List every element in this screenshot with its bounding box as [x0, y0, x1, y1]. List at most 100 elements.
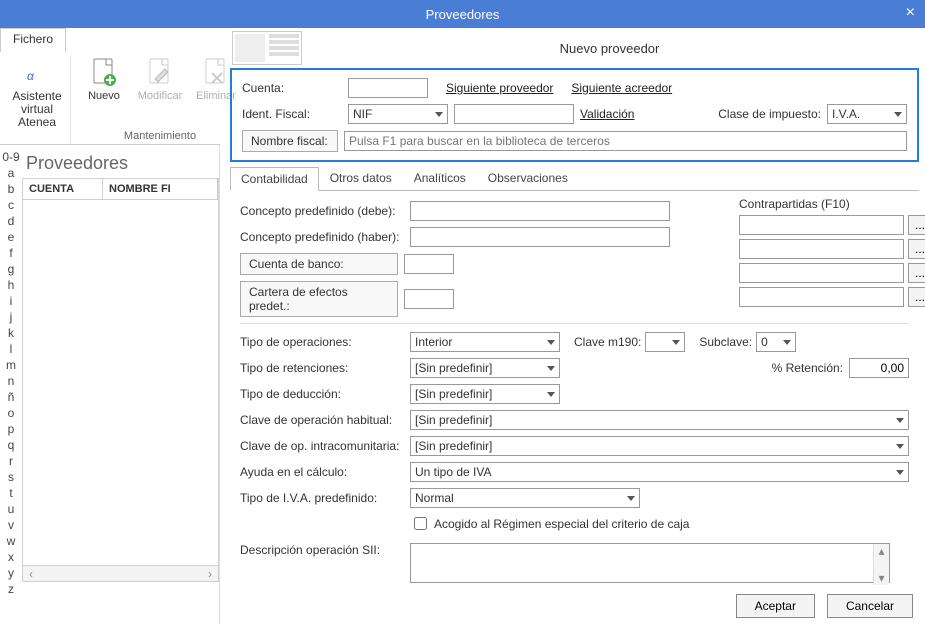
tipo-deduccion-label: Tipo de deducción: [240, 387, 410, 401]
cuenta-input[interactable] [348, 78, 428, 98]
concepto-debe-input[interactable] [410, 201, 670, 221]
alpha-l[interactable]: l [10, 341, 13, 357]
scroll-left-icon[interactable]: ‹ [23, 567, 39, 581]
tipo-operaciones-label: Tipo de operaciones: [240, 335, 410, 349]
alpha-x[interactable]: x [8, 549, 14, 565]
window-titlebar: Proveedores × [0, 0, 925, 28]
contrapartida-browse-button[interactable]: ... [908, 263, 925, 283]
ribbon-group-mantenimiento: Mantenimiento [124, 130, 196, 144]
textarea-scrollbar[interactable]: ▴▾ [873, 544, 889, 585]
nombre-fiscal-button[interactable]: Nombre fiscal: [242, 130, 338, 152]
tab-observaciones[interactable]: Observaciones [477, 166, 579, 190]
tipo-retenciones-select[interactable]: [Sin predefinir] [410, 358, 560, 378]
alpha-index[interactable]: 0-9abcdefghijklmnñopqrstuvwxyz [0, 145, 22, 624]
nombre-fiscal-input[interactable] [344, 131, 907, 151]
acogido-regimen-label: Acogido al Régimen especial del criterio… [434, 517, 689, 531]
view-mode-icon[interactable] [232, 31, 302, 65]
chevron-down-icon [547, 392, 555, 397]
tipo-iva-predef-select[interactable]: Normal [410, 488, 640, 508]
contrapartida-browse-button[interactable]: ... [908, 215, 925, 235]
svg-text:α: α [27, 69, 35, 83]
cancelar-button[interactable]: Cancelar [827, 594, 913, 618]
alpha-u[interactable]: u [8, 501, 15, 517]
alpha-c[interactable]: c [8, 197, 14, 213]
concepto-haber-input[interactable] [410, 227, 670, 247]
alpha-r[interactable]: r [9, 453, 13, 469]
alpha-n[interactable]: n [8, 373, 15, 389]
alpha-a[interactable]: a [8, 165, 15, 181]
clave-m190-select[interactable] [645, 332, 685, 352]
validacion-link[interactable]: Validación [580, 107, 634, 121]
tab-analiticos[interactable]: Analíticos [403, 166, 477, 190]
cartera-efectos-input[interactable] [404, 289, 454, 309]
ident-fiscal-select[interactable]: NIF [348, 104, 448, 124]
chevron-down-icon [896, 444, 904, 449]
contrapartida-input[interactable] [739, 239, 904, 259]
alpha-z[interactable]: z [8, 581, 14, 597]
tipo-deduccion-select[interactable]: [Sin predefinir] [410, 384, 560, 404]
concepto-haber-label: Concepto predefinido (haber): [240, 230, 410, 244]
alpha-k[interactable]: k [8, 325, 14, 341]
ayuda-calculo-select[interactable]: Un tipo de IVA [410, 462, 909, 482]
cuenta-banco-input[interactable] [404, 254, 454, 274]
modificar-button[interactable]: Modificar [135, 56, 185, 102]
contrapartida-input[interactable] [739, 215, 904, 235]
subclave-select[interactable]: 0 [756, 332, 796, 352]
alpha-d[interactable]: d [8, 213, 15, 229]
pct-retencion-input[interactable] [849, 358, 909, 378]
alpha-g[interactable]: g [8, 261, 15, 277]
contrapartida-browse-button[interactable]: ... [908, 287, 925, 307]
clave-op-intracom-select[interactable]: [Sin predefinir] [410, 436, 909, 456]
alpha-e[interactable]: e [8, 229, 15, 245]
siguiente-proveedor-link[interactable]: Siguiente proveedor [446, 81, 553, 95]
contrapartida-browse-button[interactable]: ... [908, 239, 925, 259]
col-nombre[interactable]: NOMBRE FI [103, 179, 218, 199]
alpha-m[interactable]: m [6, 357, 16, 373]
alpha-p[interactable]: p [8, 421, 15, 437]
siguiente-acreedor-link[interactable]: Siguiente acreedor [571, 81, 672, 95]
alpha-t[interactable]: t [9, 485, 12, 501]
alpha-b[interactable]: b [8, 181, 15, 197]
alpha-s[interactable]: s [8, 469, 14, 485]
alpha-j[interactable]: j [10, 309, 13, 325]
ayuda-calculo-label: Ayuda en el cálculo: [240, 465, 410, 479]
asistente-virtual-button[interactable]: α AsistentevirtualAtenea [12, 56, 62, 130]
list-heading: Proveedores [26, 153, 219, 174]
desc-op-sii-textarea[interactable] [410, 543, 890, 583]
scroll-down-icon[interactable]: ▾ [878, 571, 884, 585]
cuenta-banco-button[interactable]: Cuenta de banco: [240, 253, 398, 275]
horizontal-scrollbar[interactable]: ‹ › [22, 566, 219, 582]
cartera-efectos-button[interactable]: Cartera de efectos predet.: [240, 281, 398, 317]
nuevo-button[interactable]: Nuevo [79, 56, 129, 102]
ident-fiscal-input[interactable] [454, 104, 574, 124]
alpha-q[interactable]: q [8, 437, 15, 453]
tab-otros-datos[interactable]: Otros datos [319, 166, 403, 190]
clase-impuesto-select[interactable]: I.V.A. [827, 104, 907, 124]
tab-contabilidad[interactable]: Contabilidad [230, 167, 319, 191]
scroll-right-icon[interactable]: › [202, 567, 218, 581]
alpha-y[interactable]: y [8, 565, 14, 581]
contrapartida-input[interactable] [739, 287, 904, 307]
ribbon: Fichero α AsistentevirtualAtenea [0, 28, 220, 145]
alpha-o[interactable]: o [8, 405, 15, 421]
col-cuenta[interactable]: CUENTA [23, 179, 103, 199]
grid-header: CUENTA NOMBRE FI [22, 178, 219, 200]
alpha-w[interactable]: w [7, 533, 16, 549]
scroll-up-icon[interactable]: ▴ [878, 544, 884, 558]
alpha-ñ[interactable]: ñ [8, 389, 15, 405]
chevron-down-icon [896, 418, 904, 423]
alpha-h[interactable]: h [8, 277, 15, 293]
clave-op-habitual-label: Clave de operación habitual: [240, 413, 410, 427]
alpha-v[interactable]: v [8, 517, 14, 533]
aceptar-button[interactable]: Aceptar [736, 594, 815, 618]
alpha-i[interactable]: i [10, 293, 13, 309]
ribbon-tab-fichero[interactable]: Fichero [0, 28, 66, 52]
contrapartida-input[interactable] [739, 263, 904, 283]
close-icon[interactable]: × [906, 4, 915, 22]
tipo-operaciones-select[interactable]: Interior [410, 332, 560, 352]
alpha-f[interactable]: f [9, 245, 12, 261]
clave-op-habitual-select[interactable]: [Sin predefinir] [410, 410, 909, 430]
acogido-regimen-checkbox[interactable] [414, 517, 427, 530]
chevron-down-icon [435, 112, 443, 117]
alpha-0-9[interactable]: 0-9 [2, 149, 19, 165]
